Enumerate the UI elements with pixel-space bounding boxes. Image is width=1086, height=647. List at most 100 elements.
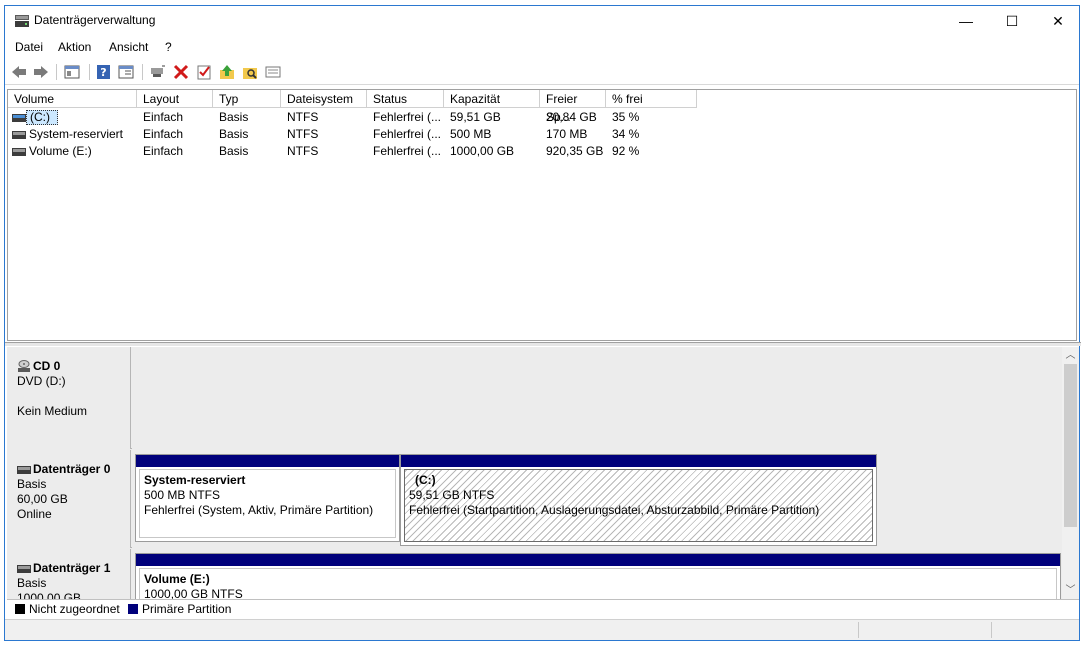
status-cell: Fehlerfrei (... xyxy=(373,110,442,124)
free-space-cell: 170 MB xyxy=(546,127,588,141)
check-icon[interactable] xyxy=(195,64,213,80)
partition-name: (C:) xyxy=(415,473,436,487)
toolbar-separator xyxy=(56,64,57,80)
status-separator xyxy=(991,622,992,638)
filesystem-cell: NTFS xyxy=(287,127,319,141)
legend-primary-swatch xyxy=(128,604,138,614)
free-space-cell: 920,35 GB xyxy=(546,144,604,158)
disk-media-status: Kein Medium xyxy=(17,404,88,418)
volume-name-cell: System-reserviert xyxy=(29,127,124,141)
column-status[interactable]: Status xyxy=(367,90,444,108)
delete-icon[interactable] xyxy=(172,64,190,80)
legend-unallocated-swatch xyxy=(15,604,25,614)
close-icon: ✕ xyxy=(1052,13,1064,29)
layout-cell: Einfach xyxy=(143,144,184,158)
title-bar[interactable]: Datenträgerverwaltung — ☐ ✕ xyxy=(5,6,1079,36)
disk-area-disk0: System-reserviert 500 MB NTFS Fehlerfrei… xyxy=(132,450,1062,548)
volume-name-cell: (C:) xyxy=(26,110,58,125)
scroll-down-icon[interactable]: ﹀ xyxy=(1062,582,1079,599)
percent-free-cell: 34 % xyxy=(612,127,640,141)
scrollbar-thumb[interactable] xyxy=(1064,364,1077,527)
column-kapazitaet[interactable]: Kapazität xyxy=(444,90,540,108)
disk-row-disk1[interactable]: Datenträger 1 Basis 1000,00 GB Volume (E… xyxy=(7,549,1062,599)
menu-datei[interactable]: Datei xyxy=(15,40,43,54)
column-dateisystem[interactable]: Dateisystem xyxy=(281,90,367,108)
volume-row[interactable]: System-reserviert Einfach Basis NTFS Feh… xyxy=(8,126,1076,143)
disk-info-cd0[interactable]: CD 0 DVD (D:) Kein Medium xyxy=(7,347,131,449)
partition-bar xyxy=(136,554,1060,566)
partition-status: Fehlerfrei (System, Aktiv, Primäre Parti… xyxy=(144,503,374,517)
volume-row[interactable]: (C:) Einfach Basis NTFS Fehlerfrei (... … xyxy=(8,109,1076,126)
disk-info-disk1[interactable]: Datenträger 1 Basis 1000,00 GB xyxy=(7,549,131,599)
typ-cell: Basis xyxy=(219,144,249,158)
partition-body: (C:) 59,51 GB NTFS Fehlerfrei (Startpart… xyxy=(404,469,873,542)
hard-disk-icon xyxy=(17,465,31,474)
maximize-button[interactable]: ☐ xyxy=(989,6,1035,36)
toolbar: ? xyxy=(5,59,1079,85)
details-icon[interactable] xyxy=(264,64,282,80)
menu-bar: Datei Aktion Ansicht ? xyxy=(5,36,1079,58)
partition-name: Volume (E:) xyxy=(144,572,210,586)
disk-size: 60,00 GB xyxy=(17,492,68,506)
menu-ansicht[interactable]: Ansicht xyxy=(109,40,148,54)
disk-pane-scrollbar[interactable]: ︿ ﹀ xyxy=(1062,347,1079,599)
status-bar xyxy=(5,619,1079,640)
partition-size: 500 MB NTFS xyxy=(144,488,221,502)
typ-cell: Basis xyxy=(219,110,249,124)
partition-body: Volume (E:) 1000,00 GB NTFS xyxy=(139,568,1057,599)
partition-size: 1000,00 GB NTFS xyxy=(144,587,243,599)
forward-icon[interactable] xyxy=(32,64,50,80)
partition-bar xyxy=(136,455,399,467)
menu-help[interactable]: ? xyxy=(165,40,172,54)
pane-splitter[interactable] xyxy=(5,342,1081,346)
column-prozent-frei[interactable]: % frei xyxy=(606,90,697,108)
typ-cell: Basis xyxy=(219,127,249,141)
capacity-cell: 1000,00 GB xyxy=(450,144,515,158)
status-cell: Fehlerfrei (... xyxy=(373,127,442,141)
disk-area-cd0 xyxy=(132,347,1062,449)
partition-bar xyxy=(401,455,876,467)
explore-icon[interactable] xyxy=(241,64,259,80)
disk-info-disk0[interactable]: Datenträger 0 Basis 60,00 GB Online xyxy=(7,450,131,548)
partition-status: Fehlerfrei (Startpartition, Auslagerungs… xyxy=(409,503,820,517)
filesystem-cell: NTFS xyxy=(287,144,319,158)
disk-type: Basis xyxy=(17,477,47,491)
disk-row-cd0[interactable]: CD 0 DVD (D:) Kein Medium xyxy=(7,347,1062,449)
volume-name-cell: Volume (E:) xyxy=(29,144,92,158)
help-icon[interactable]: ? xyxy=(95,64,113,80)
filesystem-cell: NTFS xyxy=(287,110,319,124)
volume-list-header: Volume Layout Typ Dateisystem Status Kap… xyxy=(8,90,1076,124)
column-layout[interactable]: Layout xyxy=(137,90,213,108)
status-separator xyxy=(858,622,859,638)
minimize-icon: — xyxy=(959,13,973,29)
column-typ[interactable]: Typ xyxy=(213,90,281,108)
back-icon[interactable] xyxy=(10,64,28,80)
window-title: Datenträgerverwaltung xyxy=(34,13,156,27)
menu-aktion[interactable]: Aktion xyxy=(58,40,91,54)
column-freier-speicher[interactable]: Freier Sp... xyxy=(540,90,606,124)
scroll-up-icon[interactable]: ︿ xyxy=(1062,347,1079,364)
layout-cell: Einfach xyxy=(143,127,184,141)
column-volume[interactable]: Volume xyxy=(8,90,137,108)
disk-name: Datenträger 1 xyxy=(33,561,111,575)
disk-pane: CD 0 DVD (D:) Kein Medium Datenträger 0 … xyxy=(7,347,1062,599)
partition-system-reserved[interactable]: System-reserviert 500 MB NTFS Fehlerfrei… xyxy=(135,454,400,542)
disk-row-disk0[interactable]: Datenträger 0 Basis 60,00 GB Online Syst… xyxy=(7,450,1062,548)
properties-icon[interactable] xyxy=(117,64,135,80)
console-tree-icon[interactable] xyxy=(63,64,81,80)
svg-text:?: ? xyxy=(100,66,106,79)
partition-e[interactable]: Volume (E:) 1000,00 GB NTFS xyxy=(135,553,1061,599)
partition-body: System-reserviert 500 MB NTFS Fehlerfrei… xyxy=(139,469,396,538)
partition-size: 59,51 GB NTFS xyxy=(409,488,495,502)
free-space-cell: 20,84 GB xyxy=(546,110,597,124)
connect-icon[interactable] xyxy=(148,64,166,80)
capacity-cell: 59,51 GB xyxy=(450,110,501,124)
up-icon[interactable] xyxy=(218,64,236,80)
toolbar-separator xyxy=(89,64,90,80)
disk-type: Basis xyxy=(17,576,47,590)
volume-row[interactable]: Volume (E:) Einfach Basis NTFS Fehlerfre… xyxy=(8,143,1076,160)
minimize-button[interactable]: — xyxy=(943,6,989,36)
partition-c[interactable]: (C:) 59,51 GB NTFS Fehlerfrei (Startpart… xyxy=(400,454,877,546)
cd-drive-icon xyxy=(18,360,30,372)
close-button[interactable]: ✕ xyxy=(1035,6,1081,36)
